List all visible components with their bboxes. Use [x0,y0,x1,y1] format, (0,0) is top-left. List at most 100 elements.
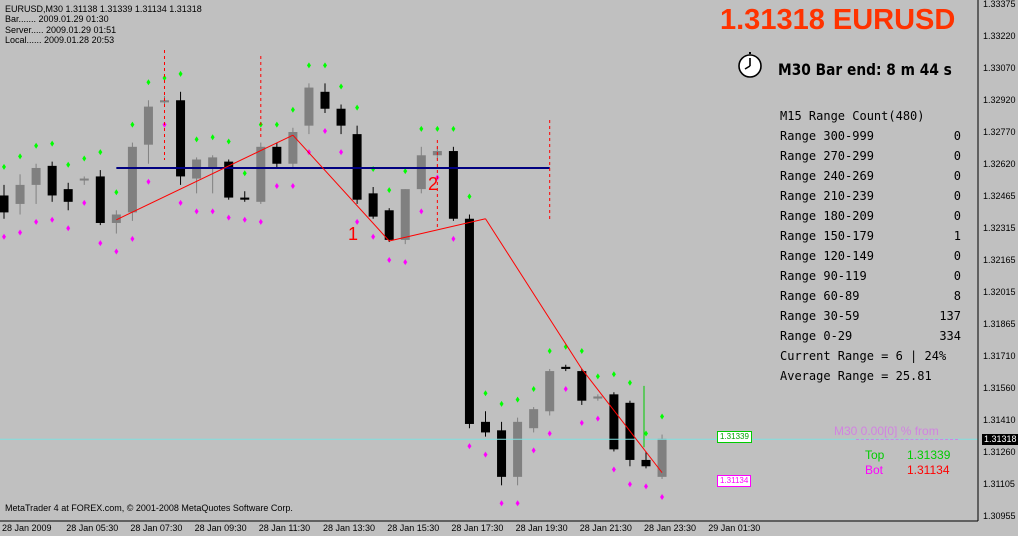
range-row-value: 0 [953,129,961,143]
candle-body[interactable] [47,165,57,196]
bot-price-tag: 1.31134 [717,475,752,487]
time-tick-label: 28 Jan 21:30 [579,523,632,533]
range-row: Range 90-119 0 [780,269,961,289]
time-axis: 28 Jan 2009 28 Jan 05:30 28 Jan 07:30 28 Ja… [0,521,978,536]
bot-value: 1.31134 [907,463,950,477]
candle-body[interactable] [577,371,587,401]
m30-percent-label: M30 0.00[0] % from [834,424,939,438]
candle-body[interactable] [31,167,41,185]
candle-body[interactable] [127,146,137,213]
range-row: Range 300-999 0 [780,129,961,149]
range-row-value: 8 [953,289,961,303]
bar-time-line: Bar....... 2009.01.29 01:30 [5,14,109,25]
symbol-line: EURUSD,M30 1.31138 1.31339 1.31134 1.313… [5,4,202,14]
range-row: Range 120-149 0 [780,249,961,269]
time-tick-label: 29 Jan 01:30 [708,523,761,533]
price-tick-label: 1.32015 [983,287,1016,297]
price-tick-label: 1.33220 [983,31,1016,41]
range-row-label: Range 180-209 [780,209,874,223]
top-label: Top [865,448,885,462]
clock-icon [738,52,762,78]
candle-body[interactable] [368,193,378,217]
candle-body[interactable] [15,184,25,204]
candle-body[interactable] [657,438,667,477]
price-tick-label: 1.32465 [983,191,1016,201]
candle-body[interactable] [176,100,186,177]
current-range: Current Range = 6 | 24% [780,349,947,363]
candle-body[interactable] [641,459,651,467]
range-row: Range 270-299 0 [780,149,961,169]
range-table-title: M15 Range Count(480) [780,109,925,123]
bot-label: Bot [865,463,884,477]
candle-body[interactable] [561,366,571,369]
candle-body[interactable] [95,176,105,223]
candle-body[interactable] [63,189,73,202]
range-row-value: 0 [953,249,961,263]
range-row: Range 30-59 137 [780,309,961,329]
candle-body[interactable] [272,146,282,164]
range-row-value: 1 [953,229,961,243]
candle-body[interactable] [448,151,458,219]
candle-body[interactable] [0,195,9,213]
candle-body[interactable] [304,87,314,126]
candle-body[interactable] [545,371,555,412]
range-row: Range 210-239 0 [780,189,961,209]
candle-body[interactable] [593,396,603,399]
candle-body[interactable] [192,159,202,179]
range-row-value: 0 [953,169,961,183]
copyright-text: MetaTrader 4 at FOREX.com, © 2001-2008 M… [5,503,293,513]
big-price-label: 1.31318 EURUSD [720,4,956,36]
range-row: Range 60-89 8 [780,289,961,309]
range-row-value: 0 [953,209,961,223]
range-row-label: Range 60-89 [780,289,860,303]
price-tick-label: 1.33375 [983,0,1016,9]
range-row-label: Range 0-29 [780,329,853,343]
candle-body[interactable] [256,146,266,202]
top-value: 1.31339 [907,448,951,462]
candle-body[interactable] [79,178,89,181]
local-time-line: Local...... 2009.01.28 20:53 [5,35,115,46]
range-row: Range 180-209 0 [780,209,961,229]
range-row-label: Range 270-299 [780,149,874,163]
average-range: Average Range = 25.81 [780,369,932,383]
candle-body[interactable] [384,210,394,240]
time-tick-label: 28 Jan 05:30 [66,523,119,533]
time-tick-label: 28 Jan 09:30 [194,523,247,533]
top-price-tag: 1.31339 [717,431,752,443]
candle-body[interactable] [416,155,426,190]
candle-body[interactable] [208,157,218,168]
candle-body[interactable] [609,394,619,450]
range-row: Range 150-179 1 [780,229,961,249]
range-row-label: Range 120-149 [780,249,874,263]
candle-body[interactable] [400,189,410,240]
time-tick-label: 28 Jan 07:30 [130,523,183,533]
candle-body[interactable] [320,91,330,109]
price-tick-label: 1.31560 [983,383,1016,393]
range-row-label: Range 240-269 [780,169,874,183]
top-price-row: Top 1.31339 [865,448,950,462]
time-tick-label: 28 Jan 19:30 [515,523,568,533]
candle-body[interactable] [481,421,490,433]
candle-body[interactable] [143,106,153,145]
candle-body[interactable] [352,134,362,200]
price-tick-label: 1.32315 [983,223,1016,233]
time-tick-label: 28 Jan 23:30 [644,523,697,533]
time-tick-label: 28 Jan 15:30 [387,523,440,533]
price-tick-label: 1.32620 [983,159,1016,169]
time-tick-label: 28 Jan 2009 [2,523,52,533]
candle-body[interactable] [464,218,474,424]
price-tick-label: 1.32770 [983,127,1016,137]
candle-body[interactable] [529,409,539,429]
wave-label-2: 2 [428,174,438,194]
price-tick-label: 1.31105 [983,479,1015,489]
range-row-label: Range 300-999 [780,129,874,143]
candle-body[interactable] [497,430,507,477]
candle-body[interactable] [336,108,346,126]
price-tick-label: 1.30955 [983,511,1016,521]
candle-body[interactable] [240,197,250,200]
price-tick-label: 1.31260 [983,447,1016,457]
price-tick-label: 1.31865 [983,319,1016,329]
price-tick-label: 1.32920 [983,95,1016,105]
range-row-label: Range 90-119 [780,269,867,283]
candle-body[interactable] [513,421,523,477]
